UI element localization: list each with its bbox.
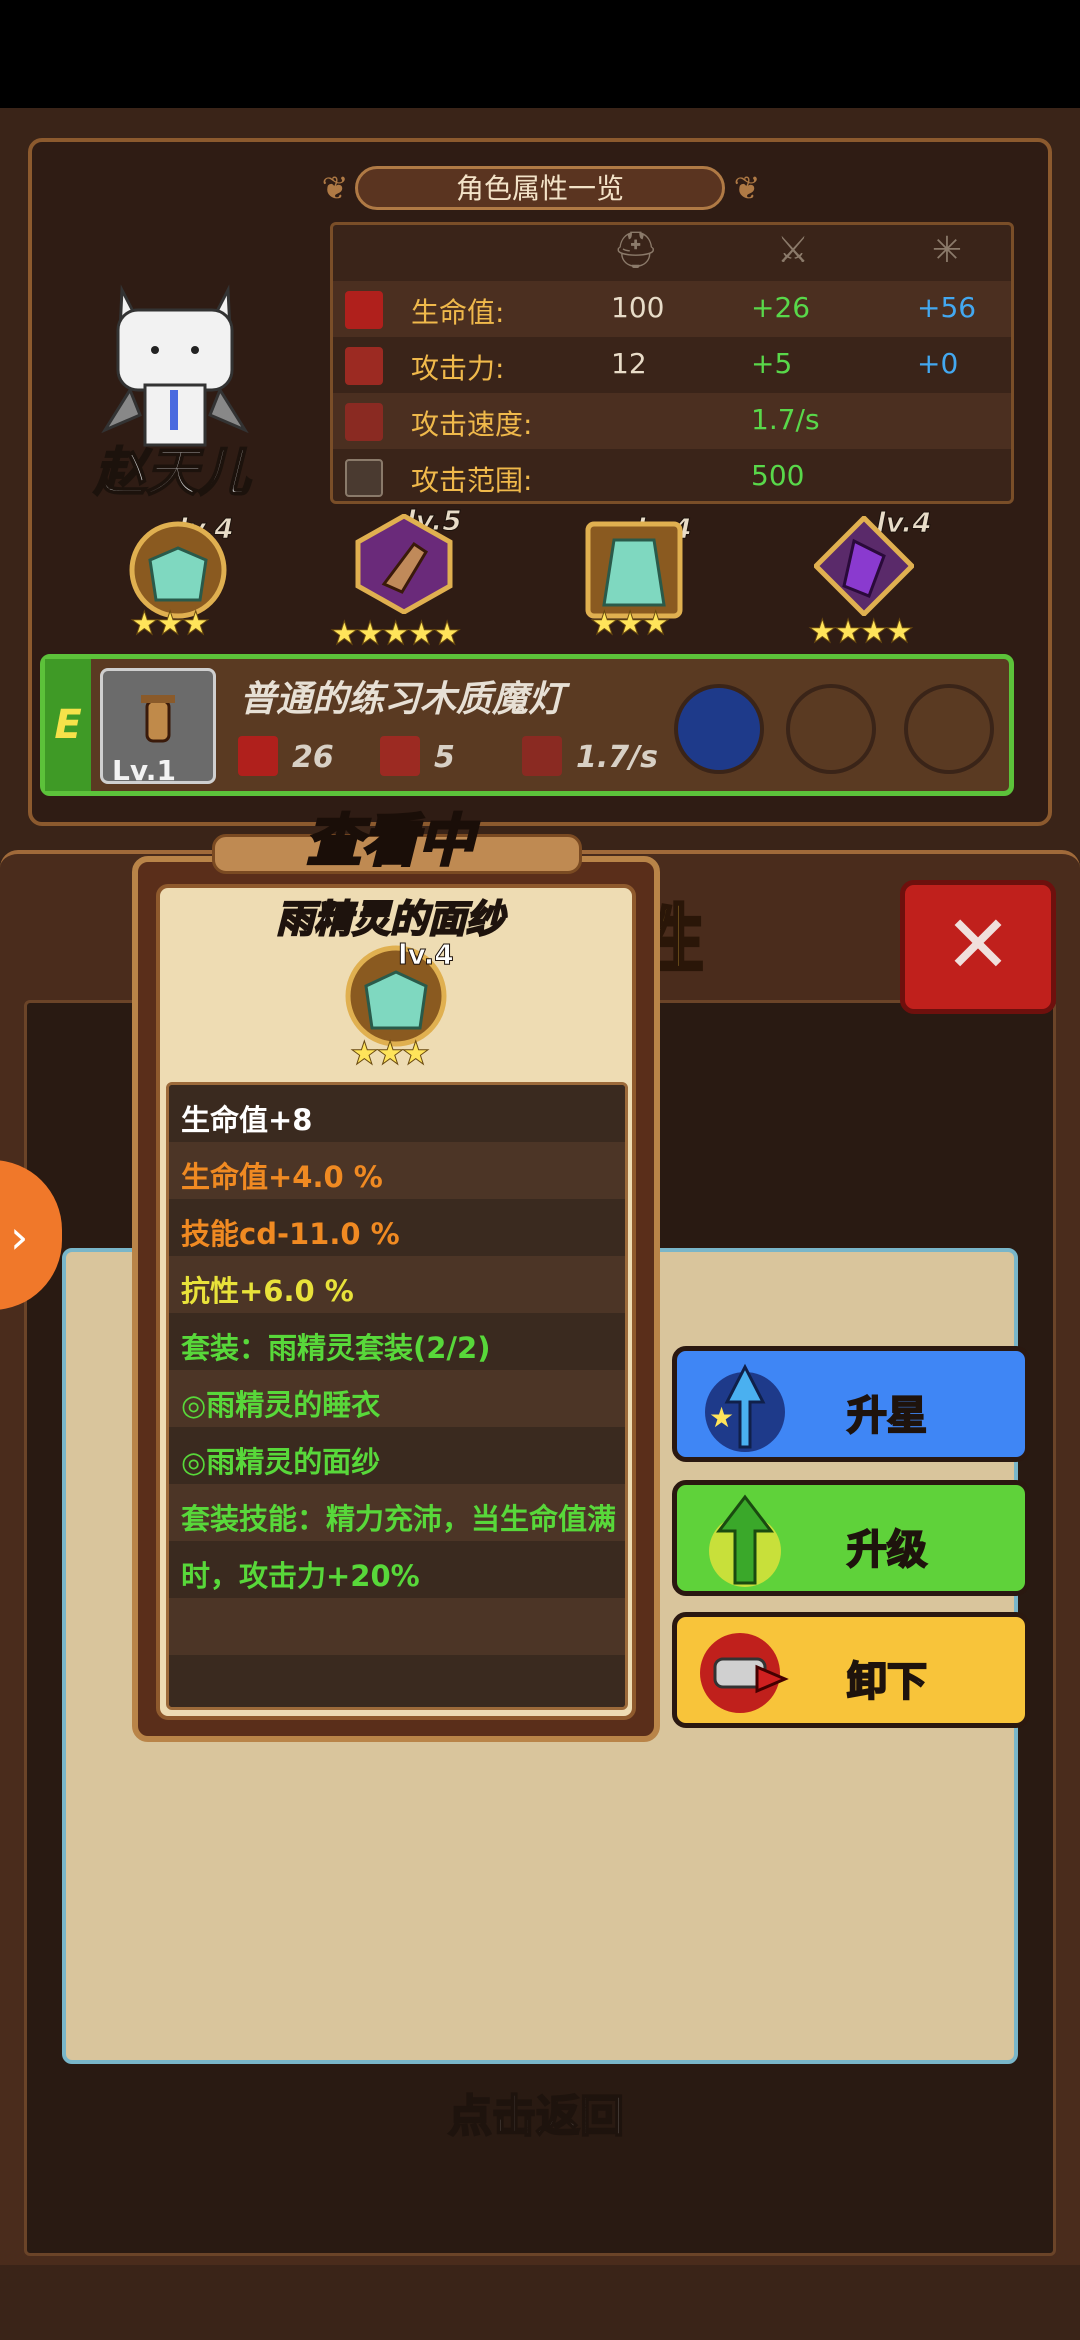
- attr-row-range: 攻击范围: 500: [333, 449, 1011, 505]
- attack-icon: [345, 347, 383, 385]
- skill-slot-locked-icon[interactable]: [786, 684, 876, 774]
- stat-row: [169, 1655, 625, 1707]
- attr-label: 攻击范围:: [411, 464, 533, 497]
- tap-to-return[interactable]: 点击返回: [447, 2080, 625, 2144]
- crosshair-icon: [345, 459, 383, 497]
- unequip-button[interactable]: 卸下: [672, 1612, 1030, 1728]
- level-up-button[interactable]: 升级: [672, 1480, 1030, 1596]
- stat-text: 抗性+6.0 %: [181, 1274, 354, 1308]
- attr-label: 攻击速度:: [411, 408, 533, 441]
- star-up-icon: ★: [705, 1363, 785, 1452]
- weapon-speed: 1.7/s: [576, 740, 658, 775]
- weapon-hp: 26: [292, 740, 334, 775]
- attr-row-atk: 攻击力: 12 +5 +0: [333, 337, 1011, 393]
- item-stars: ★★★: [349, 1034, 430, 1073]
- sword-icon: ⚔: [776, 230, 810, 271]
- unequip-label: 卸下: [846, 1658, 928, 1706]
- stat-text: 时，攻击力+20%: [181, 1559, 420, 1593]
- stat-row: ◎雨精灵的睡衣: [169, 1370, 625, 1427]
- slot-stars: ★★★: [129, 604, 210, 643]
- stat-row: [169, 1598, 625, 1655]
- stat-text: 技能cd-11.0 %: [181, 1217, 400, 1251]
- ribbon-wing-left-icon: ❦: [321, 169, 349, 207]
- stat-text: 套装：雨精灵套装(2/2): [181, 1331, 491, 1365]
- close-button[interactable]: ✕: [900, 880, 1056, 1014]
- heart-icon: [345, 291, 383, 329]
- attr-equip: +26: [751, 291, 811, 324]
- item-level: lv.4: [398, 938, 455, 972]
- stat-row: 生命值+4.0 %: [169, 1142, 625, 1199]
- weapon-atk: 5: [434, 740, 455, 775]
- attr-equip: 500: [751, 459, 805, 492]
- attr-row-speed: 攻击速度: 1.7/s: [333, 393, 1011, 449]
- svg-text:★: ★: [709, 1401, 734, 1434]
- stat-row: 时，攻击力+20%: [169, 1541, 625, 1598]
- level-up-icon: [709, 1494, 781, 1587]
- attr-label: 攻击力:: [411, 352, 505, 385]
- unequip-icon: [700, 1633, 789, 1713]
- star-up-label: 升星: [846, 1392, 928, 1440]
- attr-equip: 1.7/s: [751, 403, 820, 436]
- attr-equip: +5: [751, 347, 793, 380]
- slot-stars: ★★★★★: [329, 614, 461, 653]
- stat-text: ◎雨精灵的睡衣: [181, 1388, 381, 1422]
- weapon-grade: E: [45, 659, 91, 791]
- slot-stars: ★★★: [589, 604, 670, 643]
- sparkle-icon: ✳: [931, 230, 963, 271]
- attack-speed-icon: [345, 403, 383, 441]
- character-name: 赵天儿: [93, 442, 251, 504]
- stat-row: ◎雨精灵的面纱: [169, 1427, 625, 1484]
- skill-slot-locked-icon[interactable]: [904, 684, 994, 774]
- ribbon-wing-right-icon: ❦: [733, 169, 761, 207]
- equip-slot-cape[interactable]: [814, 516, 914, 616]
- panel-title: 角色属性一览: [355, 166, 725, 210]
- attack-speed-icon: [522, 736, 562, 776]
- stat-text: 生命值+4.0 %: [181, 1160, 383, 1194]
- attr-set: +56: [917, 291, 977, 324]
- status-bar: [0, 0, 1080, 108]
- chevron-right-icon: ›: [10, 1210, 29, 1264]
- attr-row-hp: 生命值: 100 +26 +56: [333, 281, 1011, 337]
- attack-icon: [380, 736, 420, 776]
- weapon-name: 普通的练习木质魔灯: [240, 679, 565, 720]
- attr-base: 100: [611, 291, 665, 324]
- character-avatar: [101, 284, 249, 447]
- attribute-table: ⛑ ⚔ ✳ 生命值: 100 +26 +56 攻击力: 12 +5 +0 攻击速…: [330, 222, 1014, 504]
- level-up-label: 升级: [846, 1526, 928, 1574]
- equip-slot-boot[interactable]: [354, 514, 454, 614]
- stat-text: ◎雨精灵的面纱: [181, 1445, 381, 1479]
- attr-label: 生命值:: [411, 296, 505, 329]
- stat-row: 技能cd-11.0 %: [169, 1199, 625, 1256]
- slot-stars: ★★★★: [808, 612, 915, 651]
- stat-row: 抗性+6.0 %: [169, 1256, 625, 1313]
- item-stat-list: 生命值+8 生命值+4.0 % 技能cd-11.0 % 抗性+6.0 % 套装：…: [166, 1082, 628, 1710]
- stat-row: 套装：雨精灵套装(2/2): [169, 1313, 625, 1370]
- item-name: 雨精灵的面纱: [275, 896, 505, 942]
- weapon-level: Lv.1: [112, 754, 176, 787]
- skill-water-icon[interactable]: [674, 684, 764, 774]
- stat-text: 生命值+8: [181, 1103, 313, 1137]
- star-up-button[interactable]: ★ 升星: [672, 1346, 1030, 1462]
- stat-text: 套装技能：精力充沛，当生命值满: [181, 1502, 617, 1536]
- stat-row: 生命值+8: [169, 1085, 625, 1142]
- viewing-label: 查看中: [305, 808, 476, 876]
- attr-base: 12: [611, 347, 647, 380]
- attr-set: +0: [917, 347, 959, 380]
- heart-icon: [238, 736, 278, 776]
- helmet-icon: ⛑: [613, 230, 659, 271]
- stat-row: 套装技能：精力充沛，当生命值满: [169, 1484, 625, 1541]
